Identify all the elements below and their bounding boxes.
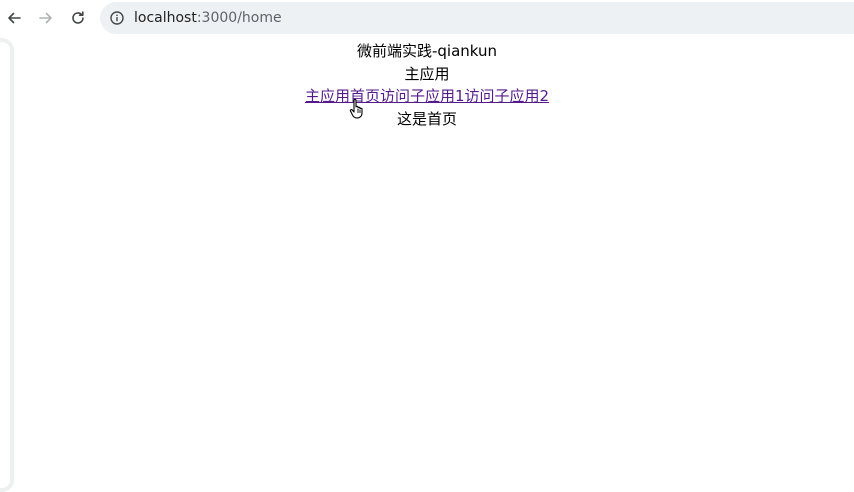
link-main-home[interactable]: 主应用首页 — [305, 87, 380, 105]
page-body-text: 这是首页 — [396, 110, 457, 128]
page-title: 微前端实践-qiankun — [356, 42, 498, 60]
forward-button[interactable] — [35, 7, 57, 29]
info-icon[interactable] — [110, 11, 124, 25]
back-button[interactable] — [3, 7, 25, 29]
url-path: :3000/home — [196, 10, 282, 26]
forward-arrow-icon — [39, 12, 52, 24]
main-app-label: 主应用 — [404, 65, 450, 83]
page-content: 微前端实践-qiankun 主应用 主应用首页访问子应用1访问子应用2 这是首页 — [0, 38, 854, 492]
reload-icon — [72, 11, 84, 24]
back-arrow-icon — [8, 12, 21, 24]
url-text[interactable]: localhost:3000/home — [134, 10, 282, 26]
nav-links: 主应用首页访问子应用1访问子应用2 — [0, 85, 854, 107]
url-host: localhost — [134, 10, 197, 26]
link-sub-app-1[interactable]: 访问子应用1 — [380, 87, 465, 105]
link-sub-app-2[interactable]: 访问子应用2 — [465, 87, 550, 105]
browser-toolbar: localhost:3000/home — [0, 0, 854, 36]
address-bar[interactable]: localhost:3000/home — [100, 2, 854, 34]
reload-button[interactable] — [67, 7, 89, 29]
